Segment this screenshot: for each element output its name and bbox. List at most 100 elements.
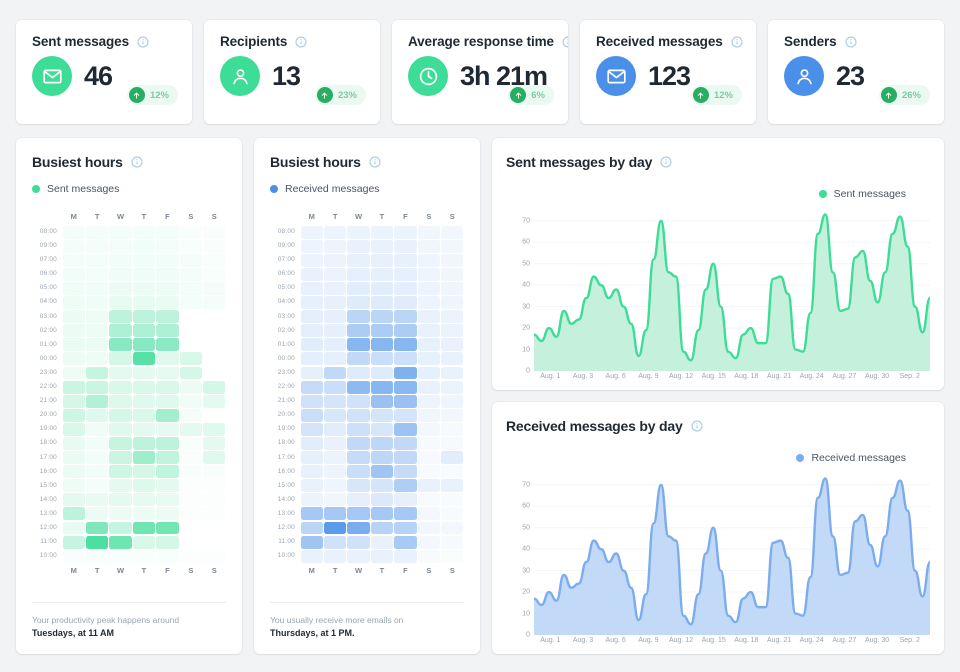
heatmap-cell[interactable] <box>324 394 347 408</box>
heatmap-cell[interactable] <box>109 225 132 239</box>
heatmap-cell[interactable] <box>156 239 179 253</box>
heatmap-cell[interactable] <box>156 281 179 295</box>
heatmap-cell[interactable] <box>132 507 156 521</box>
heatmap-cell[interactable] <box>324 380 347 394</box>
heatmap-cell[interactable] <box>347 465 370 479</box>
heatmap-cell[interactable] <box>394 479 417 493</box>
heatmap-cell[interactable] <box>132 267 156 281</box>
heatmap-cell[interactable] <box>347 437 370 450</box>
heatmap-cell[interactable] <box>180 536 202 549</box>
heatmap-cell[interactable] <box>203 267 226 281</box>
heatmap-cell[interactable] <box>132 324 156 338</box>
heatmap-cell[interactable] <box>394 366 417 380</box>
heatmap-cell[interactable] <box>156 479 179 493</box>
heatmap-cell[interactable] <box>394 493 417 507</box>
heatmap-cell[interactable] <box>347 366 370 380</box>
heatmap-cell[interactable] <box>156 507 179 521</box>
heatmap-cell[interactable] <box>132 225 156 239</box>
heatmap-cell[interactable] <box>347 535 370 549</box>
heatmap-cell[interactable] <box>62 465 85 479</box>
heatmap-cell[interactable] <box>86 535 109 549</box>
heatmap-cell[interactable] <box>441 549 464 563</box>
heatmap-cell[interactable] <box>132 535 156 549</box>
heatmap-cell[interactable] <box>300 324 323 338</box>
heatmap-cell[interactable] <box>86 437 109 450</box>
heatmap-cell[interactable] <box>62 451 85 464</box>
heatmap-cell[interactable] <box>109 267 132 281</box>
heatmap-cell[interactable] <box>179 352 202 366</box>
heatmap-cell[interactable] <box>394 521 417 535</box>
heatmap-cell[interactable] <box>156 338 179 352</box>
heatmap-cell[interactable] <box>324 535 347 549</box>
heatmap-cell[interactable] <box>156 310 179 324</box>
heatmap-cell[interactable] <box>86 507 109 521</box>
heatmap-cell[interactable] <box>441 296 464 309</box>
heatmap-cell[interactable] <box>300 296 323 309</box>
heatmap-cell[interactable] <box>203 549 226 563</box>
heatmap-cell[interactable] <box>156 225 179 239</box>
heatmap-cell[interactable] <box>417 281 440 295</box>
heatmap-cell[interactable] <box>347 296 370 309</box>
heatmap-cell[interactable] <box>132 352 156 366</box>
heatmap-cell[interactable] <box>62 422 85 436</box>
heatmap-cell[interactable] <box>347 521 370 535</box>
heatmap-cell[interactable] <box>394 394 417 408</box>
heatmap-cell[interactable] <box>132 253 156 267</box>
heatmap-cell[interactable] <box>324 296 347 309</box>
heatmap-cell[interactable] <box>109 437 132 450</box>
heatmap-cell[interactable] <box>347 479 370 493</box>
heatmap-cell[interactable] <box>180 338 202 351</box>
heatmap-cell[interactable] <box>394 324 417 338</box>
heatmap-cell[interactable] <box>324 239 347 253</box>
heatmap-cell[interactable] <box>417 479 440 493</box>
heatmap-cell[interactable] <box>347 408 370 422</box>
heatmap-cell[interactable] <box>347 352 370 366</box>
heatmap-cell[interactable] <box>417 366 440 380</box>
heatmap-cell[interactable] <box>441 352 464 366</box>
heatmap-cell[interactable] <box>179 479 202 493</box>
kpi-card[interactable]: Average response time 3h 21m 6% <box>392 20 568 124</box>
info-icon[interactable] <box>562 36 568 48</box>
heatmap-cell[interactable] <box>324 465 347 479</box>
heatmap-cell[interactable] <box>324 507 347 521</box>
heatmap-cell[interactable] <box>86 380 109 394</box>
heatmap-cell[interactable] <box>394 422 417 436</box>
heatmap-cell[interactable] <box>300 267 323 281</box>
heatmap-cell[interactable] <box>370 352 394 366</box>
heatmap-cell[interactable] <box>417 422 440 436</box>
heatmap-cell[interactable] <box>417 380 440 394</box>
heatmap-cell[interactable] <box>370 535 394 549</box>
plot-area[interactable] <box>534 208 930 371</box>
heatmap-cell[interactable] <box>347 253 370 267</box>
heatmap-cell[interactable] <box>156 549 179 563</box>
heatmap-cell[interactable] <box>179 394 202 408</box>
heatmap-cell[interactable] <box>109 366 132 380</box>
heatmap-cell[interactable] <box>156 324 179 338</box>
heatmap-cell[interactable] <box>370 310 394 324</box>
heatmap-cell[interactable] <box>132 380 156 394</box>
heatmap-cell[interactable] <box>86 451 109 464</box>
heatmap-cell[interactable] <box>394 380 417 394</box>
heatmap-cell[interactable] <box>417 324 440 338</box>
heatmap-cell[interactable] <box>324 225 347 239</box>
heatmap-cell[interactable] <box>441 380 464 394</box>
heatmap-cell[interactable] <box>441 366 464 380</box>
heatmap-cell[interactable] <box>300 408 323 422</box>
heatmap-cell[interactable] <box>324 408 347 422</box>
heatmap-cell[interactable] <box>62 549 85 563</box>
heatmap-cell[interactable] <box>156 408 179 422</box>
heatmap-cell[interactable] <box>370 408 394 422</box>
heatmap-cell[interactable] <box>370 493 394 507</box>
heatmap-cell[interactable] <box>394 310 417 324</box>
heatmap-cell[interactable] <box>417 549 440 563</box>
heatmap-cell[interactable] <box>441 394 464 408</box>
heatmap-cell[interactable] <box>417 253 440 267</box>
heatmap-cell[interactable] <box>86 549 109 563</box>
heatmap-cell[interactable] <box>132 493 156 507</box>
heatmap-cell[interactable] <box>347 281 370 295</box>
heatmap-cell[interactable] <box>86 521 109 535</box>
heatmap-cell[interactable] <box>394 281 417 295</box>
heatmap-cell[interactable] <box>132 239 156 253</box>
heatmap-cell[interactable] <box>109 253 132 267</box>
heatmap-cell[interactable] <box>441 437 464 450</box>
